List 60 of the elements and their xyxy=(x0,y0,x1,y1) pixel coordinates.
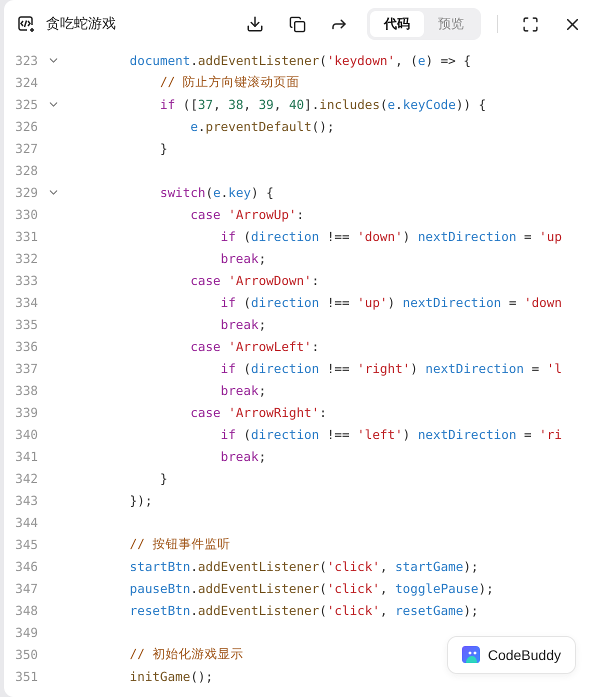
code-line: case 'ArrowLeft': xyxy=(189,338,320,354)
line-number: 334 xyxy=(14,294,38,310)
line-number: 345 xyxy=(14,536,38,552)
line-number: 348 xyxy=(14,602,38,618)
line-number: 339 xyxy=(14,404,38,420)
code-line: e.preventDefault(); xyxy=(189,118,334,134)
line-number: 350 xyxy=(14,646,38,662)
line-number: 323 xyxy=(14,52,38,68)
code-line: resetBtn.addEventListener('click', resetGame); xyxy=(128,602,479,618)
line-number: 324 xyxy=(14,74,38,90)
view-tab[interactable]: 代码 xyxy=(370,11,424,37)
line-number: 336 xyxy=(14,338,38,354)
code-line: startBtn.addEventListener('click', startGame); xyxy=(128,558,479,574)
line-number: 349 xyxy=(14,624,38,640)
line-number: 341 xyxy=(14,448,38,464)
code-line: case 'ArrowDown': xyxy=(189,272,320,288)
line-number: 328 xyxy=(14,162,38,178)
code-line: if ([37, 38, 39, 40].includes(e.keyCode)) { xyxy=(158,96,486,112)
line-number: 327 xyxy=(14,140,38,156)
line-number: 330 xyxy=(14,206,38,222)
code-line: // 初始化游戏显示 xyxy=(128,646,244,662)
code-line: switch(e.key) { xyxy=(158,184,274,200)
code-file-icon xyxy=(16,14,36,34)
code-line: document.addEventListener('keydown', (e) => { xyxy=(128,52,471,68)
line-number: 329 xyxy=(14,184,38,200)
logo-icon xyxy=(460,645,482,665)
code-line: initGame(); xyxy=(128,668,214,684)
code-line: }); xyxy=(128,492,152,508)
code-line: if (direction !== 'right') nextDirection = 'l xyxy=(220,360,562,376)
code-line: } xyxy=(158,140,168,156)
window-title: 贪吃蛇游戏 xyxy=(46,15,116,33)
line-number: 335 xyxy=(14,316,38,332)
code-line: // 按钮事件监听 xyxy=(128,536,230,552)
code-line: if (direction !== 'left') nextDirection = 'ri xyxy=(220,426,562,442)
code-line: break; xyxy=(220,250,266,266)
line-number: 344 xyxy=(14,514,38,530)
line-number: 325 xyxy=(14,96,38,112)
code-line: case 'ArrowRight': xyxy=(189,404,327,420)
code-line: pauseBtn.addEventListener('click', togglePause); xyxy=(128,580,494,596)
code-line: } xyxy=(158,470,168,486)
codebuddy-button[interactable]: CodeBuddy xyxy=(446,636,576,674)
code-line: // 防止方向键滚动页面 xyxy=(158,74,300,90)
line-number: 333 xyxy=(14,272,38,288)
code-line: if (direction !== 'down') nextDirection = 'up xyxy=(220,228,562,244)
line-number: 340 xyxy=(14,426,38,442)
line-number: 337 xyxy=(14,360,38,376)
code-line: case 'ArrowUp': xyxy=(189,206,304,222)
code-line: break; xyxy=(220,316,266,332)
line-number: 351 xyxy=(14,668,38,684)
line-number: 326 xyxy=(14,118,38,134)
code-line: break; xyxy=(220,382,266,398)
line-number: 346 xyxy=(14,558,38,574)
line-number: 343 xyxy=(14,492,38,508)
code-line: if (direction !== 'up') nextDirection = 'down xyxy=(220,294,562,310)
line-number: 331 xyxy=(14,228,38,244)
line-number: 338 xyxy=(14,382,38,398)
line-number: 347 xyxy=(14,580,38,596)
line-number: 332 xyxy=(14,250,38,266)
line-number: 342 xyxy=(14,470,38,486)
code-line: break; xyxy=(220,448,266,464)
